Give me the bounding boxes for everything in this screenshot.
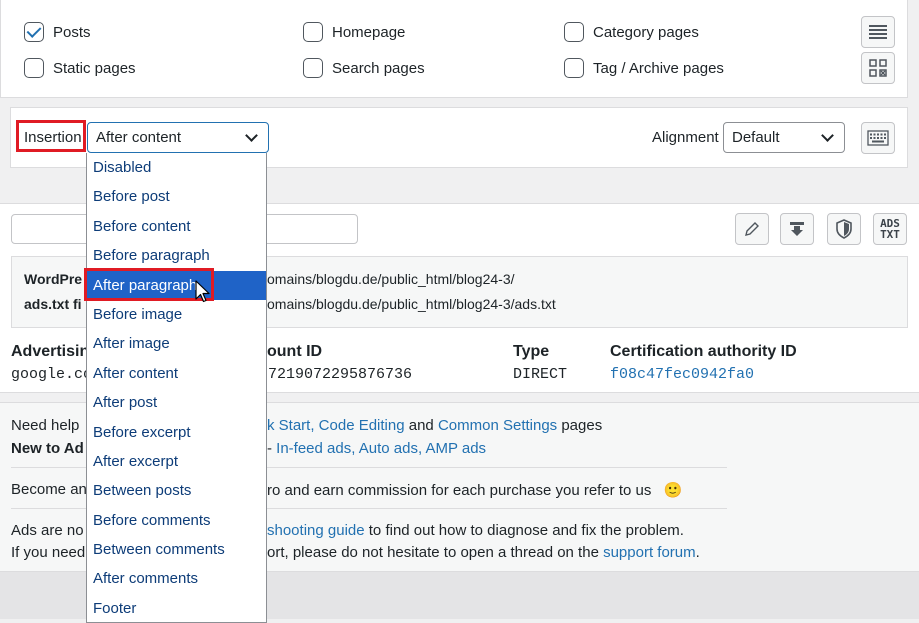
col-cert-authority: Certification authority ID [610, 343, 797, 360]
option-after-content[interactable]: After content [87, 359, 266, 388]
infeed-auto-amp-link[interactable]: In-feed ads, Auto ads, AMP ads [276, 440, 486, 457]
help-line-2-rest: - In-feed ads, Auto ads, AMP ads [267, 440, 486, 457]
option-before-excerpt[interactable]: Before excerpt [87, 418, 266, 447]
help-line-1-and: and [404, 417, 438, 434]
alignment-selected-value: Default [732, 129, 780, 146]
option-after-excerpt[interactable]: After excerpt [87, 447, 266, 476]
help-line-3-start: Become an [11, 481, 87, 498]
option-before-post[interactable]: Before post [87, 182, 266, 211]
edit-button[interactable] [735, 213, 769, 245]
col-type: Type [513, 343, 550, 360]
help-line-1-end: pages [557, 417, 603, 434]
help-line-5: If you need [11, 544, 85, 561]
help-line-3-rest: ro and earn commission for each purchase… [267, 481, 682, 499]
checkbox-category-pages[interactable]: Category pages [564, 22, 699, 42]
checkbox-homepage-box[interactable] [303, 22, 323, 42]
option-before-comments[interactable]: Before comments [87, 506, 266, 535]
checkbox-posts-box[interactable] [24, 22, 44, 42]
wordpress-path-label: WordPre [24, 271, 83, 287]
help-line-4-start: Ads are no [11, 522, 84, 539]
option-after-image[interactable]: After image [87, 329, 266, 358]
mouse-cursor-icon [195, 280, 210, 303]
checkbox-tag-archive-pages[interactable]: Tag / Archive pages [564, 58, 724, 78]
help-line-1-rest: k Start, Code Editing and Common Setting… [267, 417, 602, 434]
download-button[interactable] [780, 213, 814, 245]
checkbox-static-label: Static pages [53, 59, 136, 77]
alignment-select[interactable]: Default [723, 122, 845, 153]
shield-button[interactable] [827, 213, 861, 245]
option-between-comments[interactable]: Between comments [87, 535, 266, 564]
checkbox-category-label: Category pages [593, 23, 699, 41]
checkbox-homepage-label: Homepage [332, 23, 406, 41]
keyboard-button[interactable] [861, 122, 895, 154]
option-before-image[interactable]: Before image [87, 300, 266, 329]
help-line-2: New to Ad [11, 440, 84, 457]
help-line-1: Need help [11, 417, 79, 434]
help-line-5-start: If you need [11, 544, 86, 561]
checkbox-static-pages[interactable]: Static pages [24, 58, 136, 78]
help-line-3-text: ro and earn commission for each purchase… [267, 482, 652, 499]
list-lines-icon [869, 25, 887, 39]
insertion-dropdown-list[interactable]: Disabled Before post Before content Befo… [86, 153, 267, 623]
grid-squares-icon [869, 59, 887, 77]
pencil-icon [745, 222, 759, 236]
help-line-4-rest: shooting guide to find out how to diagno… [267, 522, 684, 539]
help-line-2-dash: - [267, 440, 277, 457]
checkbox-tag-box[interactable] [564, 58, 584, 78]
chevron-down-icon [245, 129, 258, 142]
adstxt-path-value: omains/blogdu.de/public_html/blog24-3/ad… [267, 296, 556, 312]
option-before-paragraph[interactable]: Before paragraph [87, 241, 266, 270]
shield-icon [836, 219, 852, 239]
help-line-5-end: . [695, 544, 700, 561]
grid-view-button[interactable] [861, 52, 895, 84]
row-account-id: -7219072295876736 [259, 366, 413, 383]
option-before-content[interactable]: Before content [87, 212, 266, 241]
row-cert-authority[interactable]: f08c47fec0942fa0 [610, 366, 754, 383]
checkbox-static-box[interactable] [24, 58, 44, 78]
checkbox-search-box[interactable] [303, 58, 323, 78]
common-settings-link[interactable]: Common Settings [438, 417, 557, 434]
option-between-posts[interactable]: Between posts [87, 476, 266, 505]
col-account-id: ount ID [267, 343, 323, 360]
ads-txt-icon-bottom: TXT [880, 228, 900, 241]
help-line-5-rest: ort, please do not hesitate to open a th… [267, 544, 700, 561]
help-line-1-start: Need help [11, 417, 80, 434]
option-disabled[interactable]: Disabled [87, 153, 266, 182]
list-view-button[interactable] [861, 16, 895, 48]
help-line-4-text: to find out how to diagnose and fix the … [364, 522, 684, 539]
checkbox-posts[interactable]: Posts [24, 22, 91, 42]
chevron-down-icon [821, 129, 834, 142]
help-line-2-start: New to Ad [11, 440, 84, 457]
insertion-selected-value: After content [96, 129, 182, 146]
quick-start-link[interactable]: k Start, Code Editing [267, 417, 405, 434]
help-line-5-text: ort, please do not hesitate to open a th… [267, 544, 604, 561]
insertion-select[interactable]: After content [87, 122, 269, 153]
ads-txt-button[interactable]: ADS TXT [873, 213, 907, 245]
checkbox-search-label: Search pages [332, 59, 425, 77]
checkbox-homepage[interactable]: Homepage [303, 22, 405, 42]
checkbox-tag-label: Tag / Archive pages [593, 59, 724, 77]
col-advertising: Advertisin [11, 343, 90, 360]
page-types-panel: Posts Homepage Category pages Static pag… [0, 0, 908, 98]
alignment-label: Alignment [652, 129, 719, 146]
checkbox-search-pages[interactable]: Search pages [303, 58, 425, 78]
adstxt-path-label: ads.txt fi [24, 296, 82, 312]
smile-emoji-icon: 🙂 [663, 482, 683, 499]
help-line-3: Become an [11, 481, 87, 498]
help-line-4: Ads are no [11, 522, 84, 539]
row-type: DIRECT [513, 366, 568, 383]
keyboard-icon [867, 130, 889, 146]
download-icon [790, 222, 804, 236]
checkbox-category-box[interactable] [564, 22, 584, 42]
option-after-post[interactable]: After post [87, 388, 266, 417]
option-after-comments[interactable]: After comments [87, 564, 266, 593]
wordpress-path-value: omains/blogdu.de/public_html/blog24-3/ [267, 271, 515, 287]
support-forum-link[interactable]: support forum [603, 544, 696, 561]
checkbox-posts-label: Posts [53, 23, 91, 41]
insertion-label: Insertion [24, 129, 82, 146]
troubleshooting-guide-link[interactable]: shooting guide [267, 522, 365, 539]
row-advertising: google.co [11, 366, 93, 383]
